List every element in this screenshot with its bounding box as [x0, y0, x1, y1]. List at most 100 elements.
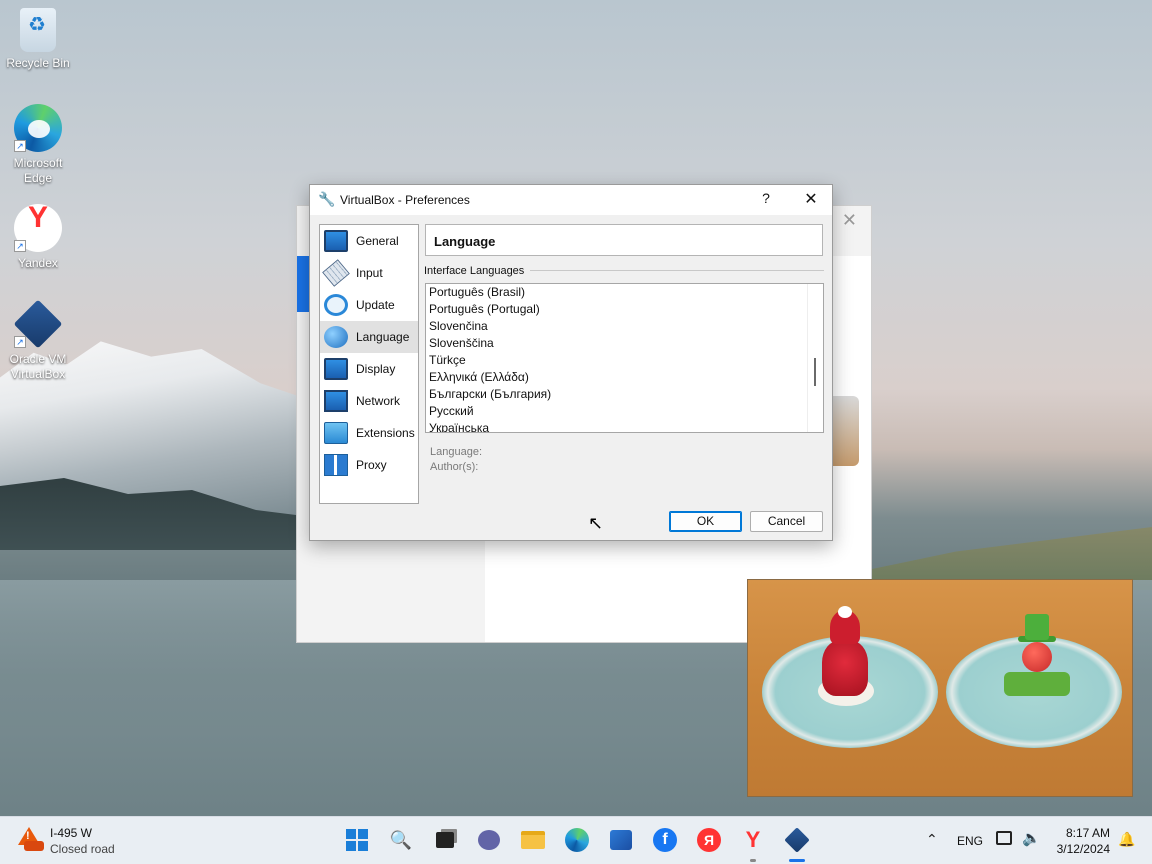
nav-item-label: Language	[356, 330, 410, 344]
list-item[interactable]: Slovenčina	[426, 318, 823, 335]
edge-icon	[565, 828, 589, 852]
start-button[interactable]	[344, 827, 370, 853]
facebook-icon: f	[653, 828, 677, 852]
cancel-button[interactable]: Cancel	[750, 511, 823, 532]
list-item[interactable]: Türkçe	[426, 352, 823, 369]
keyboard-icon	[322, 259, 350, 287]
list-item[interactable]: Ελληνικά (Ελλάδα)	[426, 369, 823, 386]
shortcut-arrow-icon: ↗	[14, 140, 26, 152]
nav-item-input[interactable]: Input	[320, 257, 418, 289]
virtualbox-icon	[784, 827, 810, 853]
nav-item-label: Network	[356, 394, 401, 408]
list-item[interactable]: Slovenščina	[426, 335, 823, 352]
taskbar: ! I-495 W Closed road 🔍 f Я Y ⌃ ENG 🔈 8:…	[0, 816, 1152, 864]
close-button[interactable]: ✕	[800, 189, 822, 209]
desktop-icon-yandex[interactable]: ↗ Yandex	[0, 204, 76, 271]
yandex-icon: Y	[745, 827, 761, 852]
ok-button[interactable]: OK	[669, 511, 742, 532]
santa-decoration	[838, 606, 852, 618]
dialog-title: VirtualBox - Preferences	[340, 193, 470, 207]
yandex-icon: ↗	[14, 204, 62, 252]
snowman-decoration	[1025, 614, 1049, 640]
language-info-label: Language:	[430, 446, 482, 458]
santa-decoration	[822, 640, 868, 696]
general-monitor-icon	[324, 230, 348, 252]
manager-close-icon[interactable]: ✕	[842, 210, 857, 231]
section-label: Interface Languages	[424, 265, 525, 277]
running-indicator	[750, 859, 756, 862]
windows-logo-icon	[346, 829, 368, 851]
desktop-icon-label: Yandex	[18, 256, 58, 270]
list-item[interactable]: Português (Brasil)	[426, 284, 823, 301]
list-item[interactable]: Português (Portugal)	[426, 301, 823, 318]
scrollbar-thumb[interactable]	[814, 358, 816, 386]
desktop-icon-virtualbox[interactable]: ↗ Oracle VM VirtualBox	[0, 299, 76, 382]
traffic-alert-icon[interactable]: !	[18, 827, 44, 853]
globe-icon	[324, 326, 348, 348]
edge-taskbar-button[interactable]	[564, 827, 590, 853]
facebook-button[interactable]: f	[652, 827, 678, 853]
yandex-browser-icon: Я	[697, 828, 721, 852]
clock-date[interactable]: 3/12/2024	[1050, 842, 1110, 856]
nav-item-display[interactable]: Display	[320, 353, 418, 385]
list-item[interactable]: Български (България)	[426, 386, 823, 403]
author-info-label: Author(s):	[430, 461, 479, 473]
update-icon	[324, 294, 348, 316]
virtualbox-taskbar-button[interactable]	[784, 827, 810, 853]
active-indicator	[789, 859, 805, 862]
help-button[interactable]: ?	[758, 190, 774, 206]
desktop-icon-label: Oracle VM VirtualBox	[9, 352, 67, 381]
folder-icon	[521, 831, 545, 849]
dialog-titlebar[interactable]: 🔧 VirtualBox - Preferences ? ✕	[310, 185, 832, 215]
task-view-button[interactable]	[432, 827, 458, 853]
shortcut-arrow-icon: ↗	[14, 336, 26, 348]
snowman-decoration	[1022, 642, 1052, 672]
search-button[interactable]: 🔍	[388, 827, 414, 853]
virtualbox-icon: ↗	[13, 299, 63, 349]
preferences-nav: General Input Update Language Display Ne…	[319, 224, 419, 504]
nav-item-label: Update	[356, 298, 395, 312]
teams-icon	[478, 830, 500, 850]
network-icon	[324, 390, 348, 412]
teams-button[interactable]	[476, 827, 502, 853]
desktop-icon-label: Microsoft Edge	[13, 156, 63, 185]
store-button[interactable]	[608, 827, 634, 853]
network-icon[interactable]	[996, 831, 1012, 845]
nav-item-proxy[interactable]: Proxy	[320, 449, 418, 481]
volume-icon[interactable]: 🔈	[1022, 829, 1041, 847]
display-icon	[324, 358, 348, 380]
input-language-indicator[interactable]: ENG	[957, 834, 983, 848]
mouse-pointer-icon: ↖	[588, 513, 604, 533]
nav-item-label: Display	[356, 362, 396, 376]
desktop-icon-recycle-bin[interactable]: Recycle Bin	[0, 8, 76, 71]
extensions-icon	[324, 422, 348, 444]
snowman-decoration	[1004, 672, 1070, 696]
nav-item-label: Input	[356, 266, 383, 280]
notification-icon[interactable]: 🔔	[1118, 831, 1135, 848]
clock-time[interactable]: 8:17 AM	[1056, 826, 1110, 840]
list-item[interactable]: Українська	[426, 420, 823, 432]
traffic-subtitle[interactable]: Closed road	[50, 842, 115, 856]
shortcut-arrow-icon: ↗	[14, 240, 26, 252]
search-icon: 🔍	[389, 829, 413, 850]
file-explorer-button[interactable]	[520, 827, 546, 853]
yandex-button[interactable]: Y	[740, 827, 766, 853]
nav-item-update[interactable]: Update	[320, 289, 418, 321]
preferences-dialog: 🔧 VirtualBox - Preferences ? ✕ General I…	[309, 184, 833, 541]
list-item[interactable]: Русский	[426, 403, 823, 420]
desktop-icon-edge[interactable]: ↗ Microsoft Edge	[0, 104, 76, 186]
store-icon	[610, 830, 632, 850]
yandex-browser-button[interactable]: Я	[696, 827, 722, 853]
page-title: Language	[425, 224, 823, 256]
show-hidden-icons-button[interactable]: ⌃	[926, 831, 938, 848]
nav-item-language[interactable]: Language	[320, 321, 418, 353]
nav-item-general[interactable]: General	[320, 225, 418, 257]
traffic-title[interactable]: I-495 W	[50, 826, 92, 840]
language-list[interactable]: Português (Brasil) Português (Portugal) …	[425, 283, 824, 433]
section-divider	[530, 270, 824, 271]
nav-item-extensions[interactable]: Extensions	[320, 417, 418, 449]
proxy-icon	[324, 454, 348, 476]
list-scrollbar[interactable]	[807, 284, 823, 432]
nav-item-network[interactable]: Network	[320, 385, 418, 417]
task-view-icon	[436, 832, 454, 848]
